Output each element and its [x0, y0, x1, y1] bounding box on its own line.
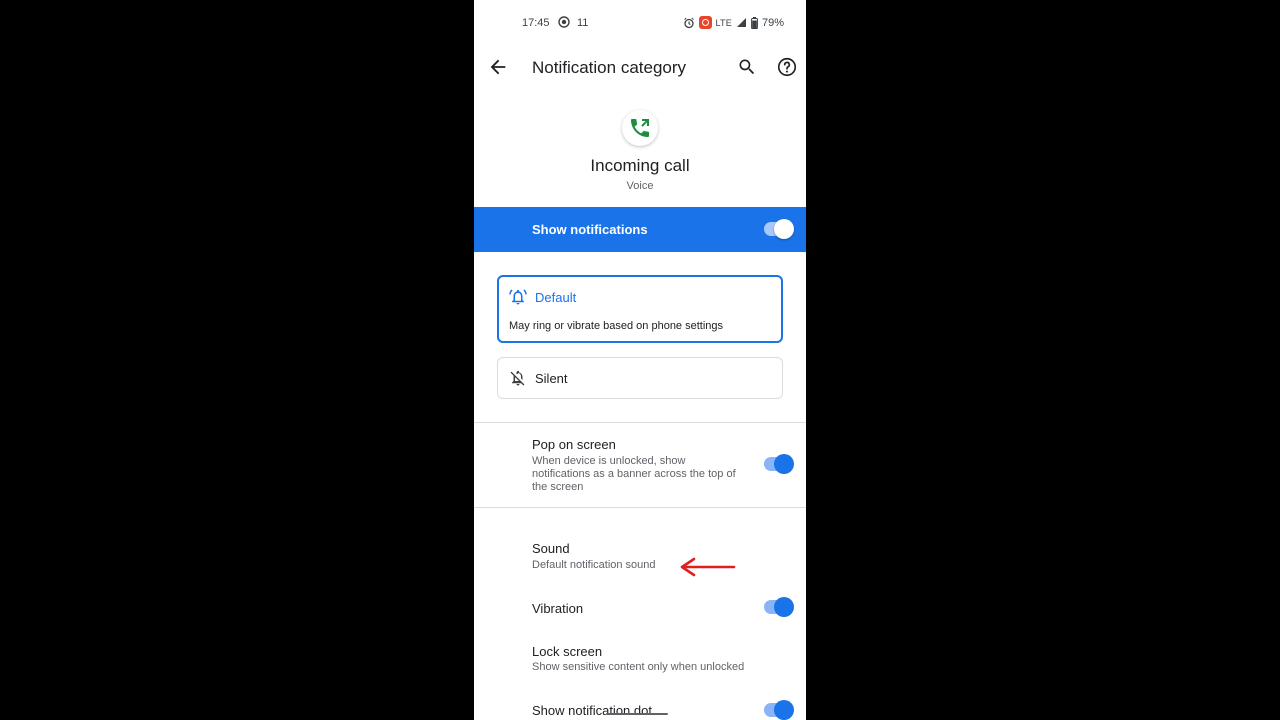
mode-default-description: May ring or vibrate based on phone setti…: [509, 320, 724, 332]
phone-screen: 17:45 11 LTE 79% Notification category I…: [474, 0, 806, 720]
alarm-icon: [683, 17, 694, 28]
status-bar: 17:45 11 LTE 79%: [474, 0, 806, 44]
search-icon[interactable]: [737, 57, 757, 77]
pop-on-screen-summary: When device is unlocked, show notificati…: [532, 455, 736, 493]
help-icon[interactable]: [776, 56, 798, 78]
back-arrow-icon[interactable]: [487, 56, 509, 78]
lock-screen-summary: Show sensitive content only when unlocke…: [532, 661, 745, 673]
lock-screen-row[interactable]: Lock screen Show sensitive content only …: [474, 634, 806, 682]
bell-off-icon: [510, 370, 525, 386]
mode-default-title: Default: [535, 290, 577, 305]
battery-percent: 79%: [761, 16, 784, 29]
pop-on-screen-title: Pop on screen: [532, 437, 616, 452]
status-time: 17:45: [522, 17, 550, 29]
show-notifications-switch[interactable]: [764, 219, 794, 239]
recording-badge-icon: [698, 16, 712, 29]
sound-row[interactable]: Sound Default notification sound: [474, 530, 806, 580]
divider: [474, 507, 806, 508]
vibration-row[interactable]: Vibration: [474, 588, 806, 628]
page-title: Notification category: [532, 58, 687, 77]
mode-silent-title: Silent: [535, 371, 568, 386]
network-type: LTE: [715, 17, 732, 28]
bell-ring-icon: [509, 289, 527, 305]
pop-on-screen-row[interactable]: Pop on screen When device is unlocked, s…: [474, 423, 806, 507]
notification-dot-row[interactable]: Show notification dot: [474, 690, 806, 720]
sound-title: Sound: [532, 541, 570, 556]
show-notifications-bar[interactable]: Show notifications: [474, 207, 806, 252]
battery-icon: [751, 16, 758, 29]
sound-summary: Default notification sound: [532, 559, 656, 571]
app-name: Voice: [626, 180, 654, 192]
lock-screen-title: Lock screen: [532, 644, 603, 659]
status-notification-count: 11: [577, 17, 589, 29]
notification-dot-title: Show notification dot: [532, 703, 652, 718]
vibration-title: Vibration: [532, 601, 584, 616]
app-icon: [622, 110, 658, 146]
mode-default-card[interactable]: Default May ring or vibrate based on pho…: [497, 275, 783, 343]
phone-call-icon: [631, 119, 649, 137]
annotation-arrow-icon: [680, 557, 736, 577]
screen-record-icon: [558, 16, 570, 28]
channel-name: Incoming call: [590, 156, 690, 175]
signal-icon: [736, 18, 746, 27]
gesture-nav-handle[interactable]: [606, 713, 668, 715]
show-notifications-label: Show notifications: [532, 222, 648, 237]
pop-on-screen-switch[interactable]: [764, 454, 794, 474]
mode-silent-card[interactable]: Silent: [497, 357, 783, 399]
vibration-switch[interactable]: [764, 597, 794, 617]
status-right-group: LTE 79%: [683, 16, 784, 29]
notification-dot-switch[interactable]: [764, 700, 794, 720]
